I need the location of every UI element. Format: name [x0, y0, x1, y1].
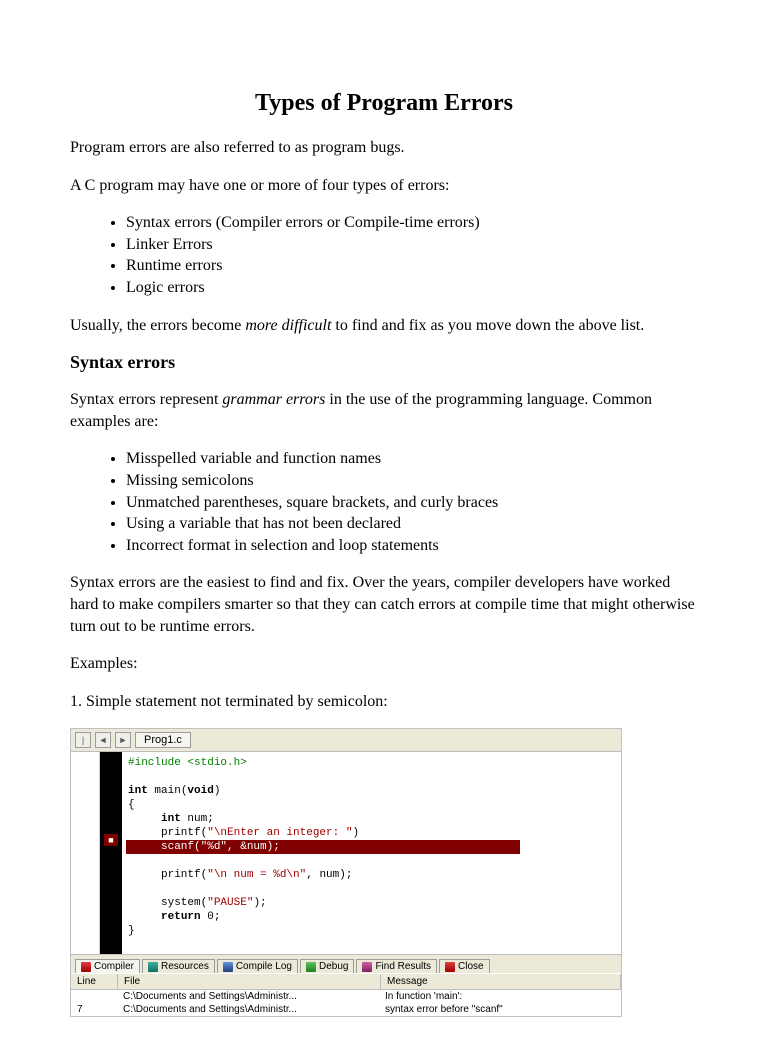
- list-item: Misspelled variable and function names: [126, 448, 698, 470]
- cell-file: C:\Documents and Settings\Administr...: [117, 990, 379, 1003]
- tab-label: Compiler: [94, 961, 134, 972]
- editor-margin: [71, 752, 100, 954]
- code-text: ): [214, 785, 221, 797]
- breakpoint-gutter: ■: [100, 752, 122, 954]
- table-row[interactable]: C:\Documents and Settings\Administr... I…: [71, 990, 621, 1003]
- examples-label: Examples:: [70, 653, 698, 675]
- code-editor: ■ #include <stdio.h> int main(void) { in…: [71, 752, 621, 954]
- find-icon: [362, 962, 372, 972]
- tab-close[interactable]: Close: [439, 959, 490, 973]
- code-text: ): [352, 827, 359, 839]
- tab-label: Close: [458, 961, 484, 972]
- tab-resources[interactable]: Resources: [142, 959, 215, 973]
- tab-label: Resources: [161, 961, 209, 972]
- editor-tab-bar: | ◄ ► Prog1.c: [71, 729, 621, 752]
- list-item: Runtime errors: [126, 255, 698, 277]
- syntax-explain-paragraph: Syntax errors are the easiest to find an…: [70, 572, 698, 637]
- header-message[interactable]: Message: [381, 974, 621, 989]
- close-icon: [445, 962, 455, 972]
- code-string: "\nEnter an integer: ": [207, 827, 352, 839]
- list-item: Logic errors: [126, 277, 698, 299]
- list-item: Missing semicolons: [126, 470, 698, 492]
- code-text: main(: [148, 785, 188, 797]
- syntax-examples-list: Misspelled variable and function names M…: [70, 448, 698, 556]
- breakpoint-icon[interactable]: ■: [104, 834, 118, 846]
- tab-label: Compile Log: [236, 961, 292, 972]
- code-text: );: [253, 897, 266, 909]
- tab-find-results[interactable]: Find Results: [356, 959, 437, 973]
- code-text: {: [128, 799, 135, 811]
- tab-label: Find Results: [375, 961, 431, 972]
- nav-first-icon[interactable]: |: [75, 732, 91, 748]
- code-text: 0;: [201, 911, 221, 923]
- nav-prev-icon[interactable]: ◄: [95, 732, 111, 748]
- tab-compile-log[interactable]: Compile Log: [217, 959, 298, 973]
- header-line[interactable]: Line: [71, 974, 118, 989]
- syntax-errors-heading: Syntax errors: [70, 352, 698, 373]
- intro-paragraph-1: Program errors are also referred to as p…: [70, 137, 698, 159]
- header-file[interactable]: File: [118, 974, 381, 989]
- error-types-list: Syntax errors (Compiler errors or Compil…: [70, 212, 698, 298]
- nav-next-icon[interactable]: ►: [115, 732, 131, 748]
- error-highlight-line: scanf("%d", &num);: [126, 840, 520, 854]
- list-item: Incorrect format in selection and loop s…: [126, 535, 698, 557]
- code-text: printf(: [128, 869, 207, 881]
- ide-screenshot: | ◄ ► Prog1.c ■ #include <stdio.h> int m…: [70, 728, 622, 1017]
- table-header: Line File Message: [71, 973, 621, 990]
- log-icon: [223, 962, 233, 972]
- cell-line: 7: [71, 1003, 117, 1016]
- file-tab[interactable]: Prog1.c: [135, 732, 191, 748]
- code-text: printf(: [128, 827, 207, 839]
- bottom-tab-bar: Compiler Resources Compile Log Debug Fin…: [71, 954, 621, 973]
- code-text: system(: [128, 897, 207, 909]
- cell-line: [71, 990, 117, 1003]
- compiler-messages: Line File Message C:\Documents and Setti…: [71, 973, 621, 1016]
- document-page: Types of Program Errors Program errors a…: [0, 0, 768, 1057]
- resources-icon: [148, 962, 158, 972]
- code-string: "\n num = %d\n": [207, 869, 306, 881]
- code-keyword: int: [128, 785, 148, 797]
- code-text: , num);: [306, 869, 352, 881]
- cell-message: syntax error before "scanf": [379, 1003, 621, 1016]
- text: to find and fix as you move down the abo…: [331, 317, 644, 334]
- cell-message: In function 'main':: [379, 990, 621, 1003]
- list-item: Syntax errors (Compiler errors or Compil…: [126, 212, 698, 234]
- page-title: Types of Program Errors: [70, 90, 698, 117]
- table-row[interactable]: 7 C:\Documents and Settings\Administr...…: [71, 1003, 621, 1016]
- code-text: num;: [181, 813, 214, 825]
- syntax-intro-paragraph: Syntax errors represent grammar errors i…: [70, 389, 698, 432]
- tab-label: Debug: [319, 961, 348, 972]
- intro-paragraph-2: A C program may have one or more of four…: [70, 175, 698, 197]
- emphasis: grammar errors: [222, 391, 325, 408]
- list-item: Linker Errors: [126, 234, 698, 256]
- compiler-icon: [81, 962, 91, 972]
- code-text: }: [128, 925, 135, 937]
- debug-icon: [306, 962, 316, 972]
- text: Usually, the errors become: [70, 317, 245, 334]
- code-area[interactable]: #include <stdio.h> int main(void) { int …: [122, 752, 621, 954]
- tab-compiler[interactable]: Compiler: [75, 959, 140, 973]
- usually-paragraph: Usually, the errors become more difficul…: [70, 315, 698, 337]
- cell-file: C:\Documents and Settings\Administr...: [117, 1003, 379, 1016]
- code-keyword: void: [187, 785, 213, 797]
- text: Syntax errors represent: [70, 391, 222, 408]
- list-item: Unmatched parentheses, square brackets, …: [126, 492, 698, 514]
- list-item: Using a variable that has not been decla…: [126, 513, 698, 535]
- tab-debug[interactable]: Debug: [300, 959, 354, 973]
- code-string: "PAUSE": [207, 897, 253, 909]
- example-1-label: 1. Simple statement not terminated by se…: [70, 691, 698, 713]
- emphasis: more difficult: [245, 317, 331, 334]
- code-keyword: int: [161, 813, 181, 825]
- code-include: #include <stdio.h>: [128, 757, 247, 769]
- code-keyword: return: [161, 911, 201, 923]
